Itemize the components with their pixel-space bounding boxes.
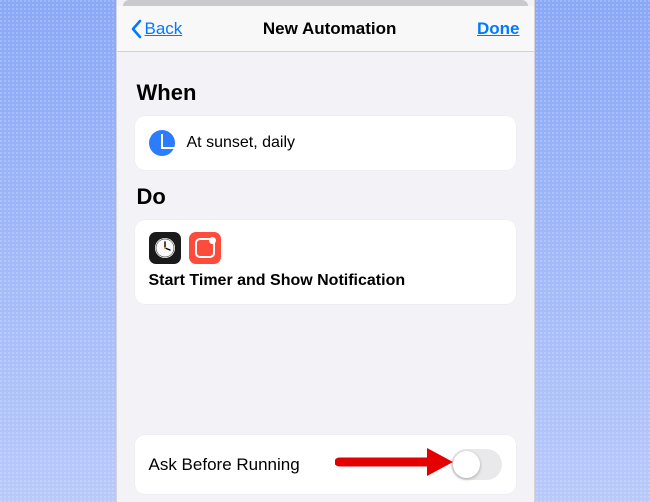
when-header: When bbox=[137, 80, 514, 106]
device-sheet: Back New Automation Done When At sunset,… bbox=[116, 0, 535, 502]
toggle-knob bbox=[453, 451, 480, 478]
navbar: Back New Automation Done bbox=[117, 6, 534, 52]
do-summary: Start Timer and Show Notification bbox=[149, 272, 502, 290]
do-icons-row bbox=[149, 232, 502, 264]
automation-sheet: Back New Automation Done When At sunset,… bbox=[117, 6, 534, 502]
ask-before-running-label: Ask Before Running bbox=[149, 455, 300, 475]
do-card[interactable]: Start Timer and Show Notification bbox=[135, 220, 516, 304]
spacer bbox=[135, 304, 516, 435]
clock-app-icon bbox=[149, 232, 181, 264]
ask-before-running-toggle[interactable] bbox=[451, 449, 502, 480]
content: When At sunset, daily Do bbox=[117, 52, 534, 502]
chevron-left-icon bbox=[131, 19, 143, 39]
ask-before-running-row: Ask Before Running bbox=[135, 435, 516, 494]
callout-arrow-icon bbox=[335, 445, 455, 479]
page-title: New Automation bbox=[263, 19, 396, 39]
back-label: Back bbox=[145, 19, 183, 39]
when-text: At sunset, daily bbox=[187, 134, 296, 152]
notification-app-icon bbox=[189, 232, 221, 264]
do-header: Do bbox=[137, 184, 514, 210]
back-button[interactable]: Back bbox=[131, 19, 183, 39]
done-button[interactable]: Done bbox=[477, 19, 520, 39]
when-card[interactable]: At sunset, daily bbox=[135, 116, 516, 170]
time-icon bbox=[149, 130, 175, 156]
